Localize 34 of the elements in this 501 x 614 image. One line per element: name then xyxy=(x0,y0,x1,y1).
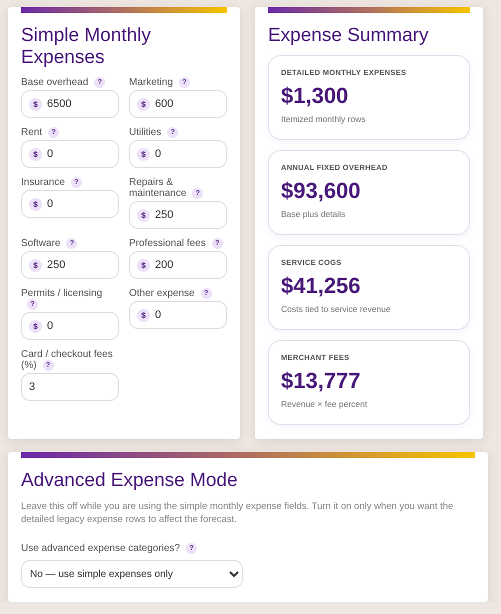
currency-symbol: $ xyxy=(137,148,150,160)
stat-value: $13,777 xyxy=(281,368,362,394)
currency-symbol: $ xyxy=(137,308,150,322)
card-title: Simple Monthly Expenses xyxy=(21,25,152,69)
stat-value: $93,600 xyxy=(281,178,362,204)
currency-symbol: $ xyxy=(29,258,42,272)
amount-field[interactable]: $ 250 xyxy=(21,251,119,279)
stat-value: $41,256 xyxy=(281,273,362,299)
amount-field[interactable]: 3 xyxy=(21,373,119,401)
stat-value: $1,300 xyxy=(281,83,350,109)
currency-symbol: $ xyxy=(29,198,42,210)
card-title: Expense Summary xyxy=(268,25,430,47)
amount-field[interactable]: $ 0 xyxy=(129,301,227,329)
currency-symbol: $ xyxy=(137,98,150,110)
currency-symbol: $ xyxy=(29,98,42,110)
stat-note: Base plus details xyxy=(281,209,346,219)
amount-field[interactable]: $ 0 xyxy=(21,312,119,340)
currency-symbol: $ xyxy=(137,258,150,272)
currency-symbol: $ xyxy=(137,208,150,222)
amount-field[interactable]: $ 6500 xyxy=(21,90,119,118)
currency-symbol: $ xyxy=(29,320,42,332)
amount-field[interactable]: $ 600 xyxy=(129,90,227,118)
card-title: Advanced Expense Mode xyxy=(21,470,239,492)
amount-field[interactable]: $ 0 xyxy=(129,140,227,168)
currency-symbol: $ xyxy=(29,148,42,160)
amount-field[interactable]: $ 250 xyxy=(129,201,227,229)
stat-note: Costs tied to service revenue xyxy=(281,304,392,314)
description-text: Leave this off while you are using the simple monthly expense fields. Turn it on only when you want the detailed legacy expense rows to affect the forecast. xyxy=(21,500,454,526)
stat-note: Revenue × fee percent xyxy=(281,399,368,409)
amount-field[interactable]: $ 0 xyxy=(21,190,119,218)
amount-field[interactable]: $ 200 xyxy=(129,251,227,279)
stat-note: Itemized monthly rows xyxy=(281,114,367,124)
mode-select[interactable]: No — use simple expenses only xyxy=(21,560,243,588)
amount-field[interactable]: $ 0 xyxy=(21,140,119,168)
